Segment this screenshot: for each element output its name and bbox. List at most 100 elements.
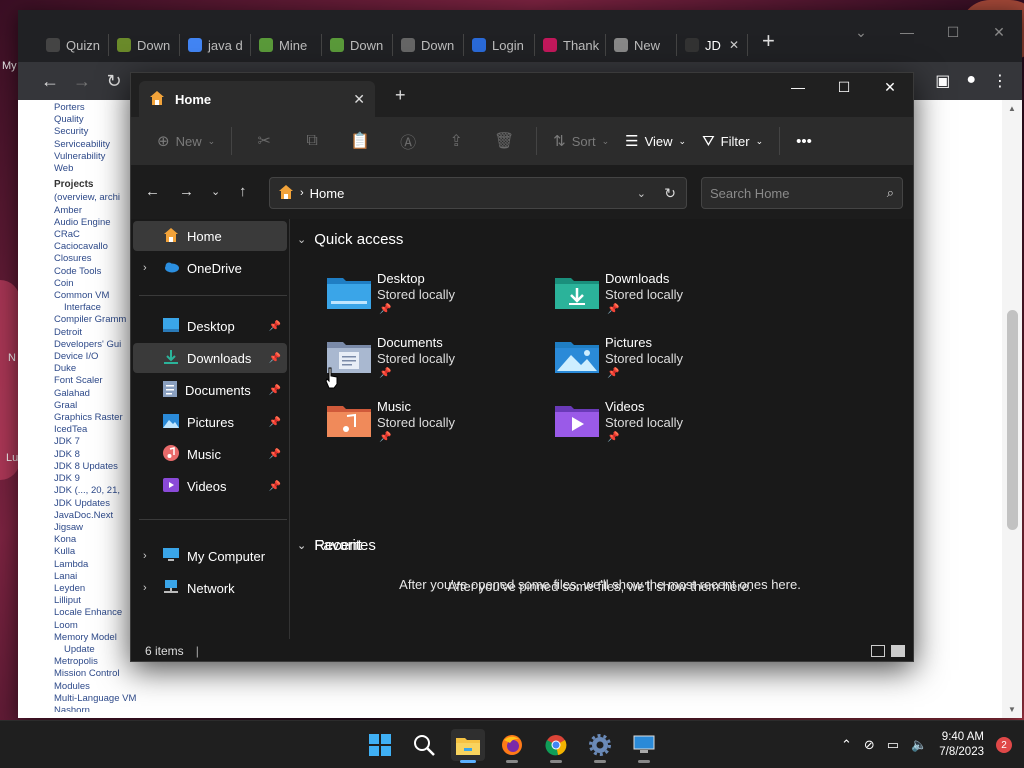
start-button[interactable] [363, 729, 397, 761]
cut-icon[interactable]: ✂ [240, 131, 288, 151]
search-input[interactable]: Search Home ⌕ [701, 177, 903, 209]
maximize-button[interactable]: ☐ [930, 24, 976, 41]
scroll-up-icon[interactable]: ▲ [1008, 104, 1016, 113]
browser-tab[interactable]: New [606, 34, 677, 56]
browser-tab[interactable]: Down [322, 34, 393, 56]
nav-item-home[interactable]: Home [133, 221, 287, 251]
new-button[interactable]: ⊕ New ⌄ [149, 125, 223, 157]
sidenav-link[interactable]: Mission Control [54, 668, 154, 680]
browser-tab-label: Down [350, 37, 384, 53]
more-menu-icon[interactable]: ⋮ [992, 71, 1008, 91]
clock[interactable]: 9:40 AM 7/8/2023 [939, 730, 984, 760]
browser-tab[interactable]: Down [109, 34, 180, 56]
scroll-down-icon[interactable]: ▼ [1008, 705, 1016, 714]
pictures-icon [163, 413, 179, 431]
back-arrow-icon[interactable]: ← [145, 183, 160, 200]
profile-icon[interactable]: ● [966, 71, 976, 91]
share-icon[interactable]: ⇪ [432, 131, 480, 151]
quick-access-name: Pictures [605, 335, 652, 350]
volume-icon[interactable]: 🔈 [911, 737, 927, 753]
notification-badge[interactable]: 2 [996, 737, 1012, 753]
collapse-chevron-icon: ⌄ [297, 234, 307, 246]
tiles-view-icon[interactable] [891, 645, 905, 657]
minimize-button[interactable]: — [775, 73, 821, 101]
firefox-icon [502, 735, 522, 755]
browser-tab[interactable]: Down [393, 34, 464, 56]
taskbar-remote-desktop[interactable] [627, 729, 661, 763]
more-options-button[interactable]: ••• [788, 125, 820, 157]
browser-tab[interactable]: Quizn [38, 34, 109, 56]
forward-arrow-icon[interactable]: → [179, 183, 194, 200]
nav-item-onedrive[interactable]: › OneDrive [133, 253, 287, 283]
copy-icon[interactable]: ⧉ [288, 132, 336, 150]
nav-item-label: OneDrive [187, 260, 242, 276]
qa-downloads-folder-icon [555, 275, 599, 309]
browser-tab[interactable]: java d [180, 34, 251, 56]
page-scrollbar[interactable]: ▲ ▼ [1002, 100, 1022, 718]
paste-icon[interactable]: 📋 [336, 131, 384, 151]
expand-chevron-icon[interactable]: › [143, 262, 147, 274]
nav-item-my-computer[interactable]: › My Computer [133, 541, 287, 571]
close-button[interactable]: ✕ [867, 73, 913, 101]
recent-locations-chevron-icon[interactable]: ⌄ [211, 185, 220, 198]
quick-access-item[interactable]: Pictures Stored locally 📌 [555, 335, 775, 391]
rename-icon[interactable]: Ⓐ [384, 129, 432, 153]
quick-access-item[interactable]: Music Stored locally 📌 [327, 399, 547, 455]
expand-chevron-icon[interactable]: › [143, 550, 147, 562]
expand-chevron-icon[interactable]: › [143, 582, 147, 594]
taskbar-settings[interactable] [583, 729, 617, 763]
taskbar-chrome[interactable] [539, 729, 573, 763]
sidenav-link[interactable]: Modules [54, 681, 154, 693]
taskbar-file-explorer[interactable] [451, 729, 485, 763]
taskbar-firefox[interactable] [495, 729, 529, 763]
browser-tab[interactable]: Thank [535, 34, 606, 56]
reload-icon[interactable]: ↻ [98, 71, 130, 92]
new-tab-button[interactable]: + [748, 10, 775, 54]
quick-access-item[interactable]: Documents Stored locally 📌 [327, 335, 547, 391]
tablet-mode-icon[interactable]: ▭ [887, 737, 899, 753]
view-button[interactable]: ☰ View ⌄ [617, 125, 694, 157]
quick-access-item[interactable]: Downloads Stored locally 📌 [555, 271, 775, 327]
recent-header[interactable]: ⌄ Recent [297, 537, 362, 554]
sort-button[interactable]: ⇅ Sort ⌄ [545, 125, 617, 157]
explorer-tab-home[interactable]: Home ✕ [139, 81, 375, 117]
close-tab-icon[interactable]: ✕ [353, 91, 365, 108]
nav-item-videos[interactable]: Videos 📌 [133, 471, 287, 501]
close-button[interactable]: ✕ [976, 24, 1022, 41]
close-tab-icon[interactable]: ✕ [729, 38, 739, 52]
back-arrow-icon[interactable]: ← [34, 71, 66, 92]
filter-button[interactable]: ⛛ Filter ⌄ [694, 125, 771, 157]
status-bar: 6 items | [131, 639, 913, 663]
show-hidden-icons-chevron-icon[interactable]: ⌃ [841, 737, 852, 753]
quick-access-item[interactable]: Desktop Stored locally 📌 [327, 271, 547, 327]
browser-tab[interactable]: Mine [251, 34, 322, 56]
sidebar-icon[interactable]: ▣ [935, 71, 950, 91]
nav-item-network[interactable]: › Network [133, 573, 287, 603]
browser-tab[interactable]: JD ✕ [677, 34, 748, 56]
quick-access-item[interactable]: Videos Stored locally 📌 [555, 399, 775, 455]
search-button[interactable] [407, 729, 441, 761]
nav-item-pictures[interactable]: Pictures 📌 [133, 407, 287, 437]
forward-arrow-icon[interactable]: → [66, 71, 98, 92]
address-dropdown-icon[interactable]: ⌄ [637, 187, 646, 200]
refresh-icon[interactable]: ↻ [664, 185, 676, 202]
scrollbar-thumb[interactable] [1007, 310, 1018, 530]
chevron-down-icon[interactable]: ⌄ [838, 24, 884, 41]
nav-item-documents[interactable]: Documents 📌 [133, 375, 287, 405]
delete-icon[interactable]: 🗑 [480, 131, 528, 151]
details-view-icon[interactable] [871, 645, 885, 657]
sidenav-link[interactable]: Multi-Language VM [54, 693, 154, 705]
minimize-button[interactable]: — [884, 24, 930, 41]
sidenav-link[interactable]: Nashorn [54, 705, 154, 712]
browser-tab[interactable]: Login [464, 34, 535, 56]
maximize-button[interactable]: ☐ [821, 73, 867, 101]
quick-access-header[interactable]: ⌄ Quick access [297, 231, 403, 248]
quick-access-status: Stored locally [605, 351, 684, 366]
network-offline-icon[interactable]: ⊘ [864, 737, 875, 753]
add-tab-button[interactable]: + [395, 85, 406, 106]
nav-item-desktop[interactable]: Desktop 📌 [133, 311, 287, 341]
address-bar[interactable]: › Home ⌄ ↻ [269, 177, 687, 209]
nav-item-music[interactable]: Music 📌 [133, 439, 287, 469]
up-arrow-icon[interactable]: ↑ [239, 183, 247, 200]
nav-item-downloads[interactable]: Downloads 📌 [133, 343, 287, 373]
